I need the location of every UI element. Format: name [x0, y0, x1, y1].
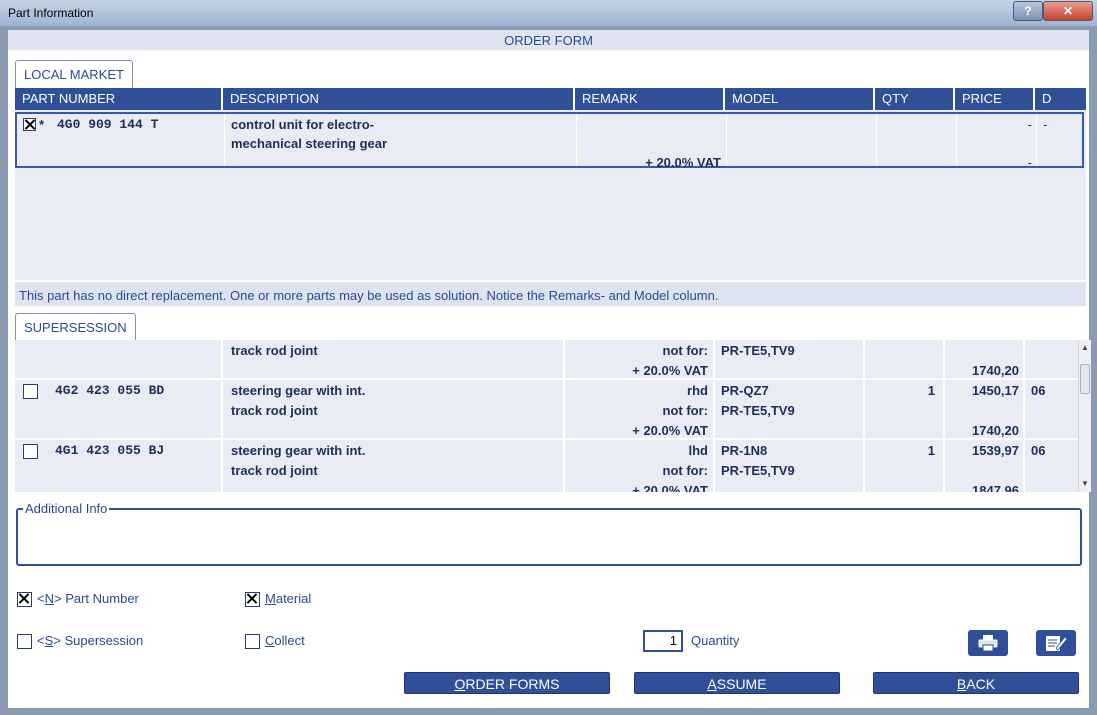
price-bottom: 1847,96: [972, 483, 1019, 492]
price-bottom: 1740,20: [972, 363, 1019, 378]
vat-text: + 20.0% VAT: [645, 155, 721, 170]
collect-checkbox[interactable]: [245, 634, 260, 649]
scroll-down-arrow-icon[interactable]: ▼: [1079, 478, 1091, 490]
col-price[interactable]: PRICE: [955, 88, 1035, 110]
local-market-grid: * 4G0 909 144 T control unit for electro…: [15, 110, 1086, 280]
description-line-2: mechanical steering gear: [231, 136, 388, 151]
window-title: Part Information: [8, 6, 94, 20]
model-line: PR-QZ7: [721, 383, 769, 398]
print-button[interactable]: [968, 630, 1008, 656]
part-number-checkbox[interactable]: [17, 592, 32, 607]
vat-text: + 20.0% VAT: [632, 363, 708, 378]
col-description[interactable]: DESCRIPTION: [223, 88, 575, 110]
print-icon: [978, 635, 998, 652]
qty-value: 1: [927, 383, 935, 398]
dialog-body: ORDER FORM LOCAL MARKET PART NUMBER DESC…: [8, 30, 1091, 708]
d-value: 06: [1031, 443, 1046, 458]
remark-line: rhd: [687, 383, 708, 398]
table-row[interactable]: track rod joint not for: + 20.0% VAT PR-…: [15, 340, 1078, 378]
table-row[interactable]: 4G1 423 055 BJ steering gear with int. t…: [15, 440, 1078, 492]
order-forms-button[interactable]: ORDER FORMS: [404, 672, 610, 694]
collect-option-label[interactable]: Collect: [265, 633, 305, 648]
part-number-option-label[interactable]: <N> Part Number: [37, 591, 139, 606]
order-form-title: ORDER FORM: [504, 33, 593, 48]
back-button[interactable]: BACK: [873, 672, 1079, 694]
remark-line: lhd: [688, 443, 709, 458]
remark-line: not for:: [662, 463, 708, 478]
vat-text: + 20.0% VAT: [632, 483, 708, 492]
description-line-1: control unit for electro-: [231, 117, 374, 132]
remark-line: not for:: [662, 343, 708, 358]
scroll-thumb[interactable]: [1080, 364, 1090, 394]
replacement-note: This part has no direct replacement. One…: [15, 282, 1086, 306]
row-star: *: [39, 117, 45, 132]
supersession-grid: track rod joint not for: + 20.0% VAT PR-…: [15, 340, 1078, 492]
material-option-label[interactable]: Material: [265, 591, 311, 606]
additional-info-label: Additional Info: [23, 501, 110, 516]
price-top: 1539,97: [972, 443, 1019, 458]
row-checkbox[interactable]: [23, 444, 38, 459]
supersession-option-label[interactable]: <S> Supersession: [37, 633, 143, 648]
additional-info-box[interactable]: Additional Info: [16, 501, 1082, 566]
col-model[interactable]: MODEL: [725, 88, 875, 110]
col-part-number[interactable]: PART NUMBER: [15, 88, 223, 110]
edit-icon: [1046, 636, 1068, 651]
table-row[interactable]: * 4G0 909 144 T control unit for electro…: [15, 112, 1084, 170]
col-d[interactable]: D: [1035, 88, 1086, 110]
vat-text: + 20.0% VAT: [632, 423, 708, 438]
assume-button[interactable]: ASSUME: [634, 672, 840, 694]
material-checkbox[interactable]: [245, 592, 260, 607]
model-line: PR-TE5,TV9: [721, 343, 795, 358]
col-qty[interactable]: QTY: [875, 88, 955, 110]
part-number: 4G2 423 055 BD: [55, 383, 165, 398]
description-line: steering gear with int.: [231, 383, 366, 398]
replacement-note-text: This part has no direct replacement. One…: [19, 288, 719, 303]
model-line: PR-1N8: [721, 443, 768, 458]
price-top: -: [1027, 117, 1032, 132]
quantity-label: Quantity: [691, 633, 740, 648]
supersession-scrollbar[interactable]: ▲ ▼: [1078, 340, 1091, 492]
order-form-header: ORDER FORM: [8, 30, 1089, 50]
help-button[interactable]: ?: [1013, 1, 1043, 21]
qty-value: 1: [927, 443, 935, 458]
d-value: 06: [1031, 383, 1046, 398]
model-line: PR-TE5,TV9: [721, 463, 795, 478]
row-checkbox[interactable]: [23, 118, 36, 131]
supersession-checkbox[interactable]: [17, 634, 32, 649]
part-number: 4G0 909 144 T: [57, 117, 159, 132]
edit-button[interactable]: [1036, 630, 1076, 656]
quantity-input[interactable]: 1: [643, 630, 683, 652]
price-bottom: 1740,20: [972, 423, 1019, 438]
row-checkbox[interactable]: [23, 384, 38, 399]
d-value: -: [1043, 117, 1048, 132]
description-line: track rod joint: [231, 343, 318, 358]
description-line: steering gear with int.: [231, 443, 366, 458]
description-line: track rod joint: [231, 463, 318, 478]
col-remark[interactable]: REMARK: [575, 88, 725, 110]
description-line: track rod joint: [231, 403, 318, 418]
model-line: PR-TE5,TV9: [721, 403, 795, 418]
price-bottom: -: [1027, 155, 1032, 170]
tab-local-market[interactable]: LOCAL MARKET: [15, 60, 133, 88]
close-button[interactable]: ✕: [1043, 1, 1093, 21]
window-titlebar: Part Information ? ✕: [0, 0, 1097, 26]
price-top: 1450,17: [972, 383, 1019, 398]
scroll-up-arrow-icon[interactable]: ▲: [1079, 342, 1091, 354]
part-number: 4G1 423 055 BJ: [55, 443, 165, 458]
local-market-header: PART NUMBER DESCRIPTION REMARK MODEL QTY…: [15, 88, 1086, 110]
remark-line: not for:: [662, 403, 708, 418]
table-row[interactable]: 4G2 423 055 BD steering gear with int. t…: [15, 380, 1078, 438]
tab-supersession[interactable]: SUPERSESSION: [15, 313, 136, 341]
